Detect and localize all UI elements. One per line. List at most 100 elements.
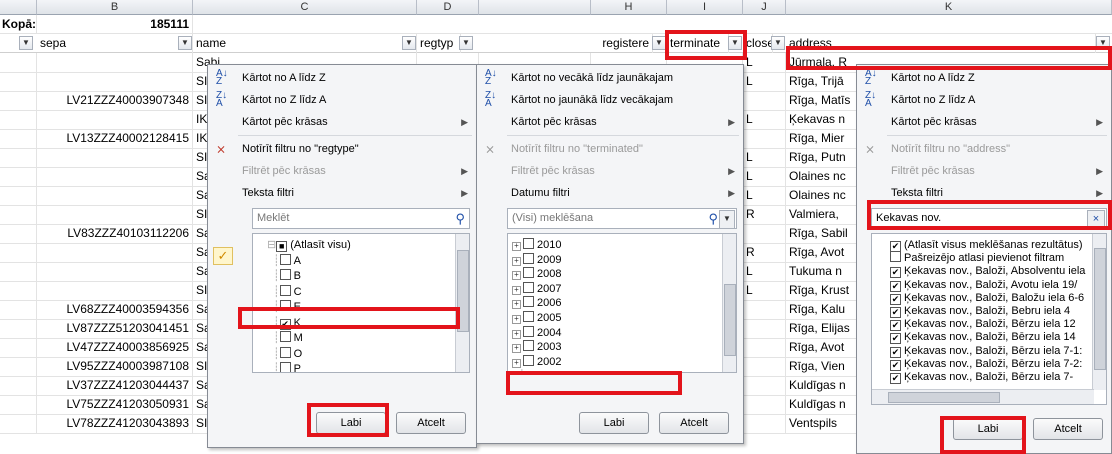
total-value[interactable]: 185111 xyxy=(37,15,193,34)
row-number-cell[interactable] xyxy=(0,338,37,357)
sepa-cell[interactable] xyxy=(37,262,193,281)
closed-cell[interactable] xyxy=(743,319,786,338)
checkbox-list-item[interactable]: ┊ P xyxy=(273,362,301,372)
filter-button-registered[interactable]: ▼ xyxy=(652,36,666,50)
row-number-cell[interactable] xyxy=(0,224,37,243)
menu-filter-color[interactable]: Filtrēt pēc krāsas ▶ xyxy=(208,160,476,182)
checkbox[interactable] xyxy=(523,238,534,249)
expand-icon[interactable]: + xyxy=(512,344,521,354)
scroll-thumb[interactable] xyxy=(724,284,736,356)
menu-sort-new-old[interactable]: Z↓ A Kārtot no jaunākā līdz vecākajam xyxy=(477,89,743,111)
closed-cell[interactable]: R xyxy=(743,243,786,262)
expand-icon[interactable]: + xyxy=(512,329,521,339)
menu-sort-color[interactable]: Kārtot pēc krāsas ▶ xyxy=(208,111,476,133)
ok-button-terminated[interactable]: Labi xyxy=(579,412,649,434)
sepa-cell[interactable]: LV78ZZZ41203043893 xyxy=(37,414,193,433)
row-number-cell[interactable] xyxy=(0,357,37,376)
horizontal-scrollbar[interactable] xyxy=(872,389,1094,404)
header-name[interactable]: name xyxy=(193,34,417,53)
checkbox-list-address[interactable]: ✔ (Atlasīt visus meklēšanas rezultātus) Pa… xyxy=(871,233,1107,405)
checkbox[interactable] xyxy=(523,311,534,322)
sepa-cell[interactable]: LV68ZZZ40003594356 xyxy=(37,300,193,319)
closed-cell[interactable]: L xyxy=(743,148,786,167)
sepa-cell[interactable]: LV87ZZZ51203041451 xyxy=(37,319,193,338)
sepa-cell[interactable] xyxy=(37,205,193,224)
menu-clear-filter[interactable]: ⨯ Notīrīt filtru no "regtype" xyxy=(208,138,476,160)
checkbox-list-item[interactable]: +2004 xyxy=(512,325,561,341)
closed-cell[interactable]: R xyxy=(743,205,786,224)
checkbox[interactable]: ✔ xyxy=(890,373,901,384)
expand-icon[interactable]: + xyxy=(512,271,521,281)
closed-cell[interactable]: L xyxy=(743,281,786,300)
checkbox[interactable] xyxy=(523,296,534,308)
menu-sort-az[interactable]: A↓ Z Kārtot no A līdz Z xyxy=(857,67,1111,89)
checkbox-list-item[interactable]: ┊ C xyxy=(273,284,302,300)
list-scrollbar[interactable] xyxy=(1092,234,1106,390)
menu-sort-za[interactable]: Z↓ A Kārtot no Z līdz A xyxy=(857,89,1111,111)
menu-clear-filter[interactable]: ⨯ Notīrīt filtru no "address" xyxy=(857,138,1111,160)
sepa-cell[interactable]: LV83ZZZ40103112206 xyxy=(37,224,193,243)
menu-text-filters[interactable]: Teksta filtri ▶ xyxy=(208,182,476,204)
total-label[interactable]: Kopā: xyxy=(0,15,37,34)
checkbox-list-item[interactable]: ┊ M xyxy=(273,331,303,346)
checkbox-list-item[interactable]: ⊟ ■ (Atlasīt visu) xyxy=(267,238,351,253)
sepa-cell[interactable] xyxy=(37,281,193,300)
closed-cell[interactable] xyxy=(743,376,786,395)
checkbox-list-item[interactable]: +2006 xyxy=(512,296,561,311)
cancel-button-terminated[interactable]: Atcelt xyxy=(659,412,729,434)
column-header-h[interactable]: H xyxy=(591,0,667,15)
cancel-button-address[interactable]: Atcelt xyxy=(1033,418,1103,440)
scroll-thumb[interactable] xyxy=(888,392,1000,403)
expand-icon[interactable]: + xyxy=(512,285,521,295)
sepa-cell[interactable]: LV95ZZZ40003987108 xyxy=(37,357,193,376)
row-number-cell[interactable] xyxy=(0,300,37,319)
closed-cell[interactable] xyxy=(743,395,786,414)
menu-sort-az[interactable]: A↓ Z Kārtot no A līdz Z xyxy=(208,67,476,89)
checkbox[interactable] xyxy=(523,267,534,279)
expand-icon[interactable]: + xyxy=(512,315,521,324)
closed-cell[interactable] xyxy=(743,338,786,357)
expand-icon[interactable]: + xyxy=(512,242,521,251)
closed-cell[interactable]: L xyxy=(743,262,786,281)
search-input-terminated[interactable]: (Visi) meklēšana ⚲ ▼ xyxy=(507,208,737,229)
closed-cell[interactable]: L xyxy=(743,53,786,72)
checkbox[interactable] xyxy=(890,251,901,263)
header-registered[interactable]: registere xyxy=(591,34,653,53)
checkbox[interactable] xyxy=(523,354,534,366)
row-number-cell[interactable] xyxy=(0,205,37,224)
header-regtype[interactable]: regtyp xyxy=(417,34,461,53)
closed-cell[interactable]: L xyxy=(743,110,786,129)
checkbox-list-item[interactable]: +2009 xyxy=(512,252,561,268)
sepa-cell[interactable]: LV75ZZZ41203050931 xyxy=(37,395,193,414)
closed-cell[interactable] xyxy=(743,224,786,243)
closed-cell[interactable] xyxy=(743,129,786,148)
checkbox[interactable]: ■ xyxy=(276,241,288,252)
column-header-d[interactable]: D xyxy=(417,0,479,15)
checkbox-list-item[interactable]: +2007 xyxy=(512,281,561,297)
menu-sort-old-new[interactable]: A↓ Z Kārtot no vecākā līdz jaunākajam xyxy=(477,67,743,89)
menu-sort-za[interactable]: Z↓ A Kārtot no Z līdz A xyxy=(208,89,476,111)
filter-button-closed[interactable]: ▼ xyxy=(771,36,785,50)
column-header-gap[interactable] xyxy=(479,0,591,15)
sepa-cell[interactable] xyxy=(37,167,193,186)
checkbox[interactable] xyxy=(279,284,291,296)
cancel-button-regtype[interactable]: Atcelt xyxy=(396,412,466,434)
checkbox[interactable] xyxy=(523,340,534,352)
checkbox[interactable] xyxy=(279,362,291,372)
sepa-cell[interactable] xyxy=(37,148,193,167)
filter-button-name[interactable]: ▼ xyxy=(402,36,416,50)
column-header-c[interactable]: C xyxy=(193,0,417,15)
sepa-cell[interactable] xyxy=(37,53,193,72)
column-header-k[interactable]: K xyxy=(786,0,1112,15)
row-number-cell[interactable] xyxy=(0,167,37,186)
closed-cell[interactable]: L xyxy=(743,186,786,205)
closed-cell[interactable] xyxy=(743,357,786,376)
closed-cell[interactable]: L xyxy=(743,167,786,186)
list-scrollbar[interactable] xyxy=(722,234,736,372)
checkbox[interactable] xyxy=(523,281,534,293)
menu-clear-filter[interactable]: ⨯ Notīrīt filtru no "terminated" xyxy=(477,138,743,160)
row-number-cell[interactable] xyxy=(0,129,37,148)
checkbox-list-item[interactable]: ┊ A xyxy=(273,253,301,269)
expand-icon[interactable]: + xyxy=(512,256,521,266)
filter-button-sepa[interactable]: ▼ xyxy=(178,36,192,50)
